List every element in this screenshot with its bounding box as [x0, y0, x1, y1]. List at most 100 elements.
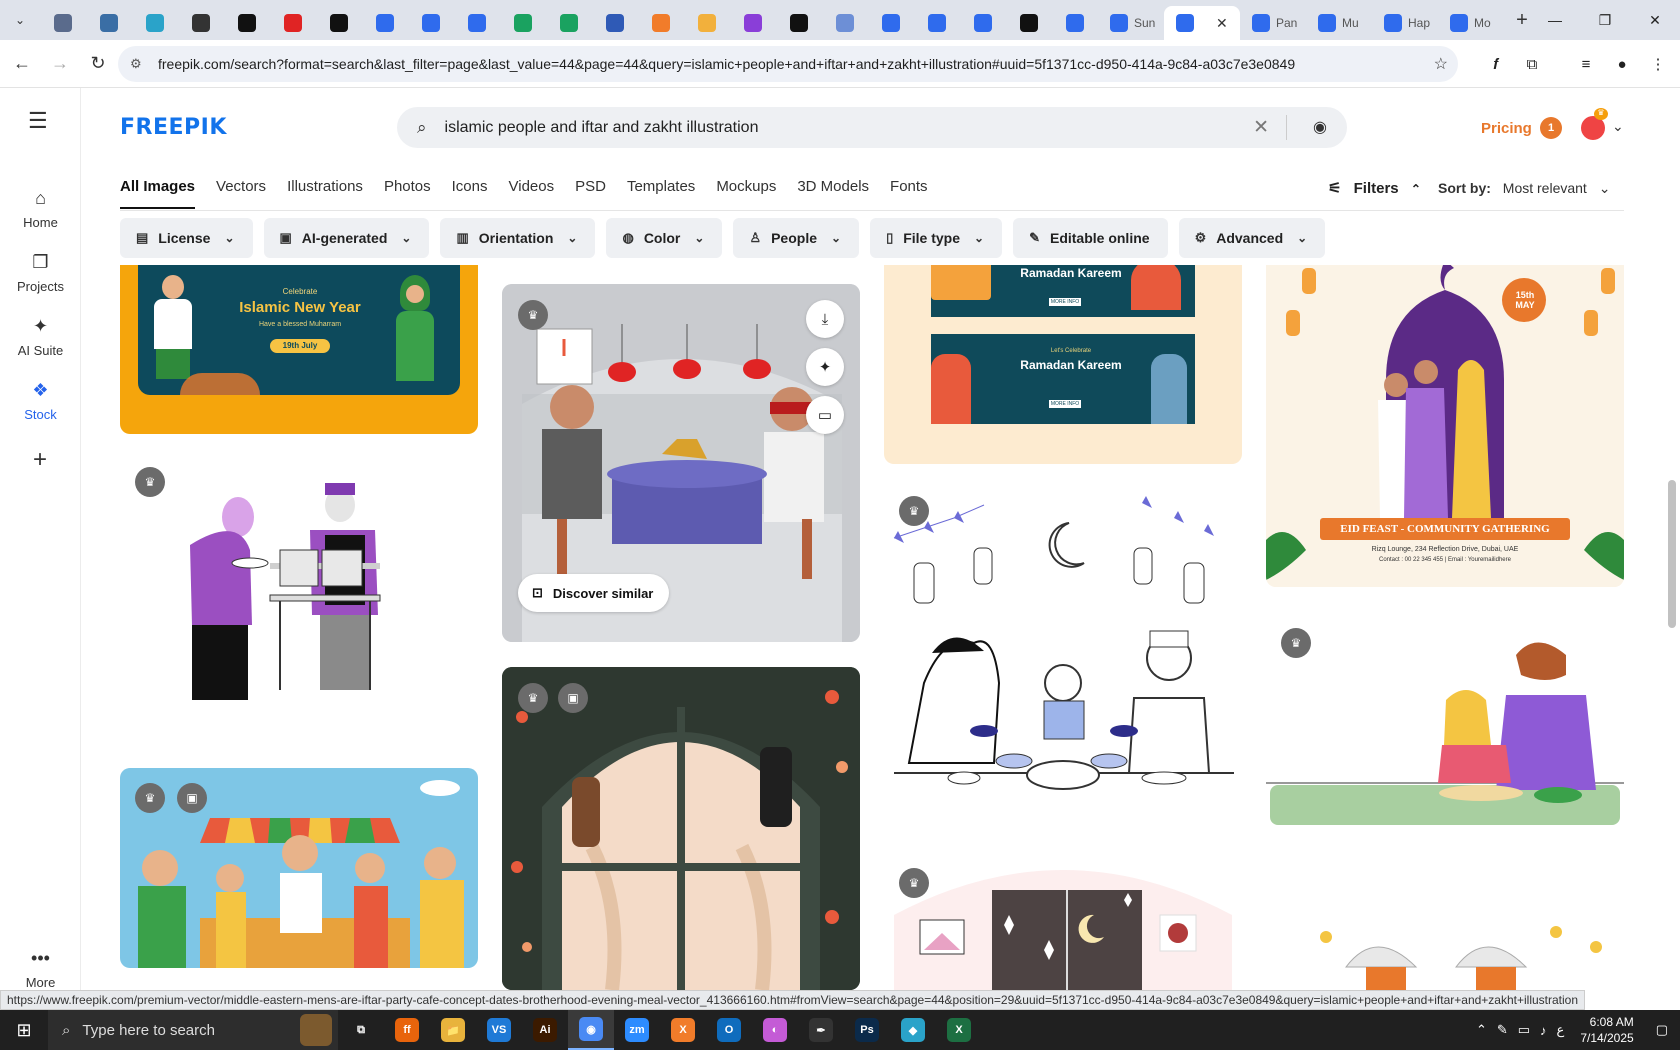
- chevron-up-icon[interactable]: ⌃: [1476, 1022, 1487, 1038]
- windows-start-icon[interactable]: ⊞: [0, 1010, 48, 1050]
- taskbar-app-vscode[interactable]: VS: [476, 1010, 522, 1050]
- browser-tab[interactable]: Mu: [1306, 6, 1372, 40]
- result-card-chefs[interactable]: [1266, 887, 1624, 990]
- discover-similar-button[interactable]: ⊡ Discover similar: [518, 574, 670, 612]
- url-text[interactable]: freepik.com/search?format=search&last_fi…: [158, 56, 1408, 72]
- tab-all-images[interactable]: All Images: [120, 178, 196, 209]
- chevron-down-icon[interactable]: ⌄: [1612, 118, 1624, 135]
- omnibox[interactable]: ⚙ freepik.com/search?format=search&last_…: [118, 46, 1458, 82]
- pricing-link[interactable]: Pricing: [1481, 120, 1532, 137]
- result-card-market-stall[interactable]: ♛ ▣: [120, 768, 478, 968]
- close-window-button[interactable]: ✕: [1630, 0, 1680, 40]
- browser-tab[interactable]: Mo: [1438, 6, 1504, 40]
- browser-tab[interactable]: [178, 6, 224, 40]
- taskbar-app-xampp[interactable]: X: [660, 1010, 706, 1050]
- taskbar-search[interactable]: ⌕ Type here to search: [48, 1010, 338, 1050]
- media-control-icon[interactable]: ≡: [1572, 50, 1600, 78]
- browser-tab[interactable]: [40, 6, 86, 40]
- volume-icon[interactable]: ♪: [1540, 1023, 1547, 1038]
- result-card-arched-window[interactable]: ♛ ▣: [502, 667, 860, 990]
- taskbar-app-task-view[interactable]: ⧉: [338, 1010, 384, 1050]
- browser-tab[interactable]: [914, 6, 960, 40]
- clock[interactable]: 6:08 AM 7/14/2025: [1580, 1014, 1633, 1046]
- filter-chip-advanced[interactable]: ⚙ Advanced ⌄: [1178, 218, 1326, 258]
- fonts-extension-icon[interactable]: 𝒇: [1482, 50, 1510, 78]
- result-card-eid-feast[interactable]: 15th MAY EID FEAST - COMMUNITY GATHERING…: [1266, 265, 1624, 587]
- browser-tab[interactable]: [132, 6, 178, 40]
- tab-videos[interactable]: Videos: [509, 178, 555, 209]
- result-card-family-line-art[interactable]: ♛: [884, 483, 1242, 823]
- forward-button[interactable]: →: [44, 48, 76, 80]
- taskbar-app-app[interactable]: ◆: [890, 1010, 936, 1050]
- taskbar-app-paint[interactable]: ◐: [752, 1010, 798, 1050]
- taskbar-app-firefox[interactable]: ff: [384, 1010, 430, 1050]
- camera-search-icon[interactable]: ◉: [1313, 117, 1327, 137]
- browser-tab[interactable]: [224, 6, 270, 40]
- minimize-button[interactable]: —: [1530, 0, 1580, 40]
- download-icon[interactable]: ⤓: [806, 300, 844, 338]
- tab-illustrations[interactable]: Illustrations: [287, 178, 363, 209]
- browser-tab[interactable]: [270, 6, 316, 40]
- tab-psd[interactable]: PSD: [575, 178, 606, 209]
- filter-chip-license[interactable]: ▤ License ⌄: [120, 218, 253, 258]
- tab-fonts[interactable]: Fonts: [890, 178, 928, 209]
- filter-chip-orientation[interactable]: ▥ Orientation ⌄: [440, 218, 596, 258]
- browser-tab[interactable]: [546, 6, 592, 40]
- filter-chip-ai-generated[interactable]: ▣ AI-generated ⌄: [263, 218, 430, 258]
- bookmark-star-icon[interactable]: ☆: [1434, 54, 1448, 74]
- taskbar-app-zoom[interactable]: zm: [614, 1010, 660, 1050]
- taskbar-app-excel[interactable]: X: [936, 1010, 982, 1050]
- result-card-iftar-cafe[interactable]: ♛ ⤓ ✦ ▭ ⊡ Discover similar: [502, 284, 860, 642]
- tab-icons[interactable]: Icons: [452, 178, 488, 209]
- browser-tab-active[interactable]: ✕: [1164, 6, 1240, 40]
- scrollbar-thumb[interactable]: [1668, 480, 1676, 628]
- browser-tab[interactable]: Hap: [1372, 6, 1438, 40]
- hamburger-menu-icon[interactable]: ☰: [28, 108, 48, 134]
- filter-chip-file-type[interactable]: ▯ File type ⌄: [870, 218, 1003, 258]
- taskbar-app-file-explorer[interactable]: 📁: [430, 1010, 476, 1050]
- profile-icon[interactable]: ●: [1608, 50, 1636, 78]
- browser-tab[interactable]: [1052, 6, 1098, 40]
- pen-icon[interactable]: ✎: [1497, 1022, 1508, 1038]
- taskbar-app-photoshop[interactable]: Ps: [844, 1010, 890, 1050]
- taskbar-app-chrome[interactable]: ◉: [568, 1010, 614, 1050]
- tab-mockups[interactable]: Mockups: [716, 178, 776, 209]
- tab-templates[interactable]: Templates: [627, 178, 695, 209]
- taskbar-app-illustrator[interactable]: Ai: [522, 1010, 568, 1050]
- browser-tab[interactable]: [500, 6, 546, 40]
- filter-chip-editable-online[interactable]: ✎ Editable online: [1013, 218, 1168, 258]
- browser-tab[interactable]: [868, 6, 914, 40]
- site-info-icon[interactable]: ⚙: [130, 56, 150, 72]
- result-card-couple-cooking[interactable]: ♛: [1266, 615, 1624, 855]
- tab-search-chevron-icon[interactable]: ⌄: [0, 0, 40, 40]
- clear-search-icon[interactable]: ✕: [1253, 116, 1269, 139]
- result-card-night-window[interactable]: ♛: [884, 855, 1242, 990]
- network-icon[interactable]: ▭: [1518, 1022, 1530, 1038]
- sort-dropdown[interactable]: Sort by: Most relevant ⌄: [1438, 180, 1610, 197]
- taskbar-app-outlook[interactable]: O: [706, 1010, 752, 1050]
- save-to-collection-icon[interactable]: ▭: [806, 396, 844, 434]
- freepik-logo[interactable]: FREEPIK: [120, 115, 227, 140]
- browser-tab[interactable]: [316, 6, 362, 40]
- reload-button[interactable]: ↻: [82, 48, 114, 80]
- taskbar-app-pen[interactable]: ✒: [798, 1010, 844, 1050]
- tab-photos[interactable]: Photos: [384, 178, 431, 209]
- rail-item-home[interactable]: ⌂ Home: [0, 188, 81, 230]
- filters-button[interactable]: ⚟ Filters ⌃: [1328, 179, 1421, 197]
- browser-tab[interactable]: [730, 6, 776, 40]
- result-card-islamic-new-year[interactable]: Celebrate Islamic New Year Have a blesse…: [120, 265, 478, 434]
- back-button[interactable]: ←: [6, 48, 38, 80]
- extensions-puzzle-icon[interactable]: ⧉: [1518, 50, 1546, 78]
- browser-tab[interactable]: [684, 6, 730, 40]
- ai-edit-icon[interactable]: ✦: [806, 348, 844, 386]
- browser-tab[interactable]: [454, 6, 500, 40]
- browser-tab[interactable]: [362, 6, 408, 40]
- tab-vectors[interactable]: Vectors: [216, 178, 266, 209]
- result-card-ramadan-banners[interactable]: Ramadan Kareem MORE INFO Let's Celebrate…: [884, 265, 1242, 464]
- language-icon[interactable]: ع: [1557, 1022, 1565, 1038]
- result-card-serving-food[interactable]: ♛: [120, 455, 478, 727]
- notifications-icon[interactable]: ▢: [1656, 1022, 1668, 1038]
- browser-tab[interactable]: [822, 6, 868, 40]
- browser-tab[interactable]: [86, 6, 132, 40]
- browser-tab[interactable]: [1006, 6, 1052, 40]
